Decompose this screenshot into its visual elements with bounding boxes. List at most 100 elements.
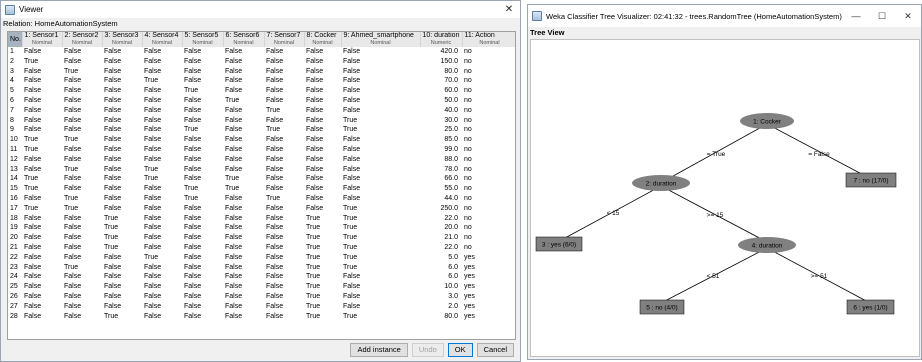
table-cell[interactable]: 20.0 [420,223,462,233]
table-cell[interactable]: False [223,302,264,312]
table-cell[interactable]: no [462,76,515,86]
cancel-button[interactable]: Cancel [476,343,514,357]
table-cell[interactable]: False [264,223,304,233]
table-row[interactable]: 27 False False False False False False False Tru… [8,302,515,312]
table-cell[interactable]: False [62,223,102,233]
table-cell[interactable]: False [22,96,62,106]
table-cell[interactable]: False [102,47,142,57]
table-cell[interactable]: False [223,243,264,253]
table-cell[interactable]: False [264,57,304,67]
table-cell[interactable]: 80.0 [420,312,462,322]
minimize-icon[interactable]: — [843,11,869,21]
table-cell[interactable]: False [341,174,420,184]
table-cell[interactable]: False [223,145,264,155]
table-cell[interactable]: False [142,292,182,302]
table-cell[interactable]: False [304,86,341,96]
table-cell[interactable]: True [223,174,264,184]
table-cell[interactable]: False [264,282,304,292]
table-cell[interactable]: 99.0 [420,145,462,155]
table-cell[interactable]: no [462,155,515,165]
table-cell[interactable]: False [62,47,102,57]
table-cell[interactable]: False [223,194,264,204]
table-cell[interactable]: False [223,135,264,145]
table-cell[interactable]: False [182,155,223,165]
table-cell[interactable]: False [304,184,341,194]
table-cell[interactable]: False [22,214,62,224]
table-cell[interactable]: 22.0 [420,243,462,253]
table-cell[interactable]: False [22,263,62,273]
table-cell[interactable]: False [341,96,420,106]
table-cell[interactable]: 66.0 [420,174,462,184]
column-header[interactable]: 8: Cocker Nominal [304,32,342,47]
table-cell[interactable]: 85.0 [420,135,462,145]
table-cell[interactable]: True [102,243,142,253]
table-row[interactable]: 7 False False False False False False True False… [8,106,515,116]
table-cell[interactable]: False [304,47,341,57]
table-row[interactable]: 3 False True False False False False False False… [8,67,515,77]
table-cell[interactable]: yes [462,282,515,292]
table-row[interactable]: 4 False False False True False False False False… [8,76,515,86]
tree-title-bar[interactable]: Weka Classifier Tree Visualizer: 02:41:3… [528,5,921,27]
table-cell[interactable]: True [22,135,62,145]
table-cell[interactable]: True [341,204,420,214]
table-row[interactable]: 10 True True False False False False False False… [8,135,515,145]
table-cell[interactable]: False [182,263,223,273]
table-cell[interactable]: False [223,263,264,273]
table-cell[interactable]: False [22,312,62,322]
table-cell[interactable]: False [264,96,304,106]
table-cell[interactable]: False [22,292,62,302]
table-cell[interactable]: 78.0 [420,165,462,175]
table-cell[interactable]: False [22,116,62,126]
table-cell[interactable]: False [22,86,62,96]
table-cell[interactable]: False [341,302,420,312]
table-cell[interactable]: no [462,96,515,106]
table-cell[interactable]: False [182,243,223,253]
table-cell[interactable]: no [462,135,515,145]
table-cell[interactable]: False [182,116,223,126]
table-cell[interactable]: False [223,106,264,116]
table-cell[interactable]: False [182,96,223,106]
table-cell[interactable]: False [264,292,304,302]
table-cell[interactable]: True [304,253,341,263]
table-cell[interactable]: True [223,96,264,106]
table-cell[interactable]: False [62,155,102,165]
table-cell[interactable]: False [62,233,102,243]
table-cell[interactable]: 55.0 [420,184,462,194]
column-header[interactable]: 6: Sensor6 Nominal [223,32,265,47]
table-cell[interactable]: True [264,125,304,135]
table-cell[interactable]: True [341,312,420,322]
table-cell[interactable]: False [22,165,62,175]
table-cell[interactable]: False [62,243,102,253]
viewer-title-bar[interactable]: Viewer ✕ [1,1,520,18]
table-cell[interactable]: True [341,116,420,126]
table-cell[interactable]: no [462,106,515,116]
table-cell[interactable]: False [264,214,304,224]
table-cell[interactable]: no [462,243,515,253]
table-cell[interactable]: False [223,272,264,282]
table-row[interactable]: 6 False False False False False True False False… [8,96,515,106]
table-cell[interactable]: False [182,145,223,155]
table-cell[interactable]: False [62,174,102,184]
table-row[interactable]: 17 True True False False False False False False… [8,204,515,214]
table-cell[interactable]: False [264,67,304,77]
table-cell[interactable]: False [223,125,264,135]
table-cell[interactable]: False [341,145,420,155]
table-cell[interactable]: True [341,214,420,224]
table-cell[interactable]: False [223,67,264,77]
table-cell[interactable]: no [462,184,515,194]
table-cell[interactable]: False [22,67,62,77]
table-cell[interactable]: False [142,67,182,77]
table-cell[interactable]: False [341,194,420,204]
table-cell[interactable]: 2.0 [420,302,462,312]
table-cell[interactable]: False [182,57,223,67]
table-cell[interactable]: True [304,214,341,224]
table-cell[interactable]: False [264,184,304,194]
table-cell[interactable]: False [102,272,142,282]
leaf-no-4[interactable]: 5 : no (4/0) [639,299,685,315]
table-row[interactable]: 22 False False False True False False False True… [8,253,515,263]
table-row[interactable]: 8 False False False False False False False Fals… [8,116,515,126]
table-cell[interactable]: False [62,116,102,126]
table-cell[interactable]: False [264,174,304,184]
table-cell[interactable]: True [22,204,62,214]
table-cell[interactable]: False [102,302,142,312]
